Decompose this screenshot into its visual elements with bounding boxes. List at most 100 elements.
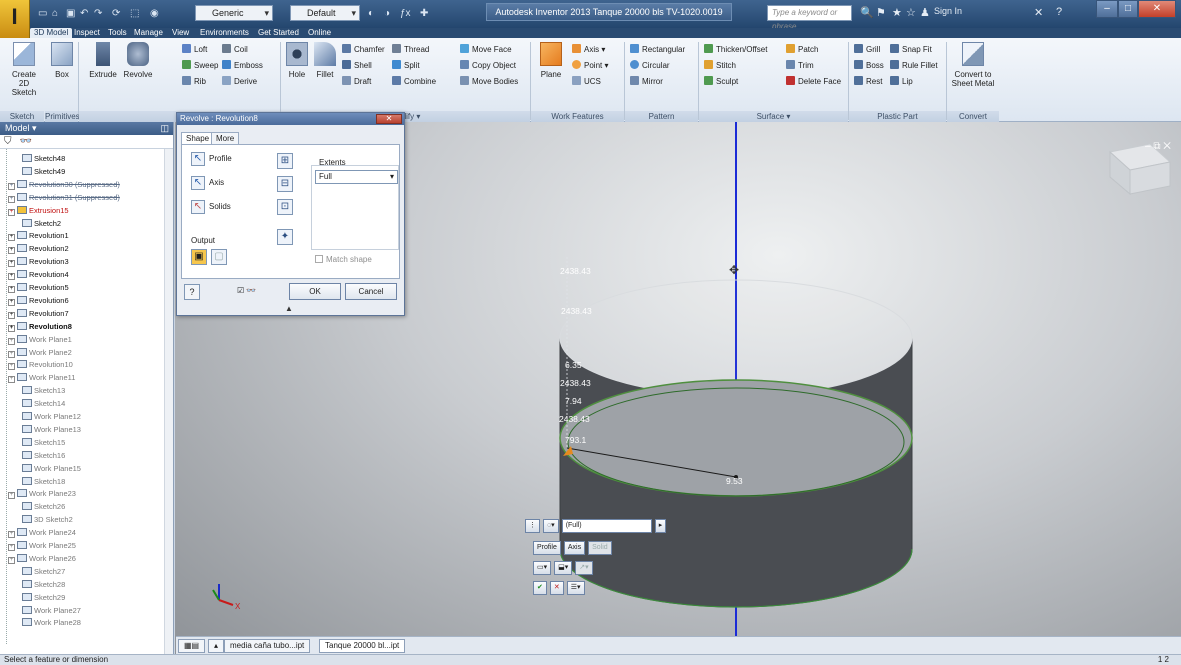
create-2d-sketch-button[interactable]: Create 2D Sketch [6,42,42,97]
browser-header[interactable]: Model ▾ ◫ [0,122,173,135]
rule-fillet-button[interactable]: Rule Fillet [890,60,938,71]
browser-node[interactable]: Work Plane28 [22,617,81,628]
chamfer-button[interactable]: Chamfer [342,44,385,55]
sign-in-link[interactable]: Sign In [934,6,962,16]
browser-node[interactable]: + Work Plane11 [8,372,75,384]
collapse-icon[interactable]: ▲ [285,304,293,313]
tab-get-started[interactable]: Get Started [254,28,303,38]
move-face-button[interactable]: Move Face [460,44,512,55]
exchange-icon[interactable]: ✕ [1034,6,1043,19]
favorites-icon[interactable]: ☆ [906,6,916,19]
help-icon[interactable]: ? [1056,6,1062,18]
expand-icon[interactable]: + [8,195,15,203]
adjust-icon[interactable]: ◐ [368,6,374,21]
cancel-button[interactable]: Cancel [345,283,397,300]
move-bodies-button[interactable]: Move Bodies [460,76,518,87]
browser-scrollbar[interactable] [164,149,173,654]
tab-online[interactable]: Online [304,28,335,38]
grill-button[interactable]: Grill [854,44,880,55]
expand-icon[interactable]: + [8,298,15,306]
expand-icon[interactable]: + [8,544,15,551]
join-button[interactable]: ⊞ [277,153,293,169]
user-icon[interactable]: ♟ [920,6,930,19]
browser-node[interactable]: Sketch27 [22,566,65,577]
split-button[interactable]: Split [392,60,420,71]
axis-button[interactable]: Axis ▾ [572,44,605,55]
snap-fit-button[interactable]: Snap Fit [890,44,932,55]
expand-icon[interactable]: + [8,286,15,293]
ucs-button[interactable]: UCS [572,76,601,87]
mini-direction-icon[interactable]: ↗▾ [575,560,593,575]
browser-node[interactable]: Sketch26 [22,501,65,512]
sculpt-button[interactable]: Sculpt [704,76,738,87]
boss-button[interactable]: Boss [854,60,884,71]
mirror-button[interactable]: Mirror [630,76,663,87]
find-icon[interactable]: 👓 [20,136,32,147]
expand-icon[interactable]: + [8,492,15,500]
browser-node[interactable]: + Revolution8 [8,321,72,332]
expand-icon[interactable]: + [8,234,15,242]
dim-text[interactable]: 2438.43 [559,414,590,424]
expand-icon[interactable]: + [8,376,15,384]
expand-icon[interactable]: + [8,363,15,371]
rib-button[interactable]: Rib [182,76,206,87]
solids-selector[interactable]: ↖ Solids [191,199,231,215]
extents-select[interactable]: Full [315,170,398,184]
search-input[interactable]: Type a keyword or phrase [767,5,852,31]
combine-button[interactable]: Combine [392,76,436,87]
browser-node[interactable]: + Revolution31 (Suppressed) [8,192,120,203]
browser-node[interactable]: Work Plane13 [22,424,81,435]
shell-button[interactable]: Shell [342,60,372,71]
material-combo[interactable]: Generic [195,5,273,21]
mini-ok-icon[interactable]: ✔ [533,580,547,595]
browser-node[interactable]: + Revolution30 (Suppressed) [8,179,120,190]
preview-checkbox[interactable]: ☑ 👓 [237,286,256,295]
browser-node[interactable]: + Work Plane24 [8,527,76,539]
plane-button[interactable]: Plane [536,42,566,79]
new-icon[interactable]: ▭ [38,6,47,21]
dim-text[interactable]: 2438.43 [560,266,591,276]
trim-button[interactable]: Trim [786,60,814,71]
clear-icon[interactable]: ◑ [384,6,390,21]
output-solid-button[interactable]: ▣ [191,249,207,265]
browser-node[interactable]: Sketch29 [22,592,65,603]
browser-node[interactable]: 3D Sketch2 [22,514,73,525]
search-icon[interactable]: 🔍 [860,6,874,19]
mini-menu-icon[interactable]: ☰▾ [566,580,585,595]
close-button[interactable]: ✕ [1138,0,1176,18]
mini-axis-button[interactable]: Axis [563,540,586,555]
browser-node[interactable]: + Work Plane2 [8,347,72,358]
extrude-button[interactable]: Extrude [84,42,122,79]
tab-inspect[interactable]: Inspect [70,28,104,38]
dim-text[interactable]: 2438.43 [560,378,591,388]
browser-node[interactable]: + Revolution1 [8,230,69,242]
lip-button[interactable]: Lip [890,76,913,87]
dim-text[interactable]: 9.53 [726,476,743,486]
revolve-button[interactable]: Revolve [122,42,154,79]
dim-text[interactable]: 2438.43 [561,306,592,316]
convert-to-sheet-metal-button[interactable]: Convert to Sheet Metal [950,42,996,88]
browser-node[interactable]: + Revolution7 [8,308,69,319]
expand-icon[interactable]: + [8,260,15,268]
expand-icon[interactable]: + [8,556,15,564]
tab-shape[interactable]: Shape [181,132,215,144]
coil-button[interactable]: Coil [222,44,248,55]
filter-icon[interactable]: ⛉ [4,136,12,147]
maximize-button[interactable]: □ [1118,0,1138,18]
browser-node[interactable]: Sketch2 [22,218,61,229]
open-icon[interactable]: ⌂ [52,6,58,21]
mini-output-icon[interactable]: ▭▾ [533,560,552,575]
copy-object-button[interactable]: Copy Object [460,60,516,71]
mini-profile-button[interactable]: Profile [533,540,561,555]
circular-pattern-button[interactable]: Circular [630,60,670,71]
browser-pin-icon[interactable]: ◫ [160,122,169,135]
browser-node[interactable]: Sketch18 [22,476,65,487]
axis-selector[interactable]: ↖ Axis [191,175,224,191]
tab-environments[interactable]: Environments [196,28,253,38]
rectangular-pattern-button[interactable]: Rectangular [630,44,685,55]
thread-button[interactable]: Thread [392,44,429,55]
save-icon[interactable]: ▣ [66,6,75,21]
browser-node[interactable]: + Extrusion15 [8,205,69,216]
browser-node[interactable]: + Revolution2 [8,243,69,255]
box-button[interactable]: Box [50,42,74,79]
